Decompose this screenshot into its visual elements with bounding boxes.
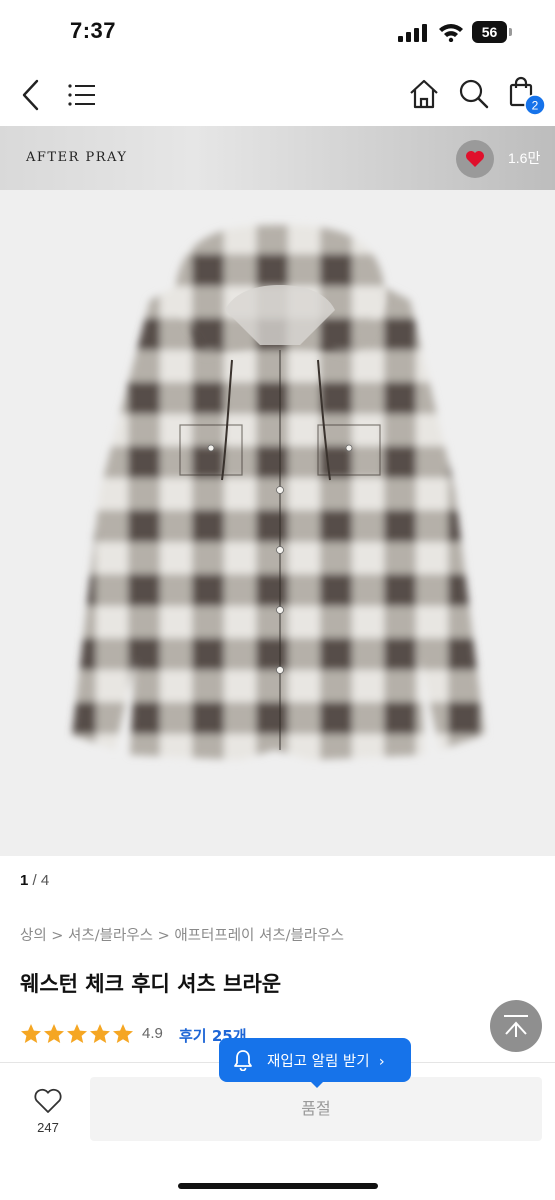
rating-stars bbox=[21, 1024, 133, 1043]
home-icon[interactable] bbox=[408, 78, 440, 110]
hamburger-menu-icon[interactable] bbox=[68, 84, 96, 106]
heart-icon bbox=[466, 151, 484, 167]
brand-like-button[interactable] bbox=[456, 140, 494, 178]
image-pager: 1 / 4 bbox=[20, 872, 49, 889]
chevron-right-icon: › bbox=[378, 1054, 385, 1070]
wifi-icon bbox=[439, 24, 463, 42]
restock-alert-label: 재입고 알림 받기 › bbox=[267, 1050, 385, 1071]
arrow-up-icon bbox=[504, 1015, 528, 1037]
star-icon bbox=[90, 1024, 110, 1043]
brand-name[interactable]: AFTER PRAY bbox=[26, 150, 127, 165]
star-icon bbox=[21, 1024, 41, 1043]
restock-alert-button[interactable]: 재입고 알림 받기 › bbox=[219, 1038, 411, 1082]
pager-separator: / bbox=[28, 872, 41, 889]
pager-total: 4 bbox=[40, 872, 50, 889]
cart-badge-count: 2 bbox=[532, 99, 539, 113]
status-time: 7:37 bbox=[70, 18, 117, 43]
wishlist-count: 247 bbox=[37, 1120, 59, 1135]
wishlist-button[interactable]: 247 bbox=[22, 1086, 74, 1146]
battery-level: 56 bbox=[472, 21, 507, 43]
scroll-to-top-button[interactable] bbox=[490, 1000, 542, 1052]
product-photo-hooded-check-shirt bbox=[72, 225, 485, 760]
restock-tooltip-tail bbox=[309, 1080, 325, 1088]
search-icon[interactable] bbox=[458, 78, 490, 110]
heart-outline-icon bbox=[34, 1088, 62, 1113]
star-icon bbox=[67, 1024, 87, 1043]
product-title: 웨스턴 체크 후디 셔츠 브라운 bbox=[20, 972, 282, 996]
status-bar: 7:37 56 bbox=[0, 0, 555, 64]
battery-icon: 56 bbox=[472, 21, 512, 43]
top-nav-bar: 2 bbox=[0, 64, 555, 126]
product-image[interactable] bbox=[0, 190, 555, 856]
cellular-signal-icon bbox=[398, 24, 427, 42]
star-icon bbox=[113, 1024, 133, 1043]
bell-icon bbox=[234, 1050, 252, 1071]
rating-score: 4.9 bbox=[142, 1025, 163, 1042]
star-icon bbox=[44, 1024, 64, 1043]
brand-like-count: 1.6만 bbox=[508, 150, 541, 166]
restock-alert-text: 재입고 알림 받기 bbox=[267, 1054, 370, 1070]
battery-cap bbox=[509, 28, 512, 36]
category-breadcrumb[interactable]: 상의 > 셔츠/블라우스 > 애프터프레이 셔츠/블라우스 bbox=[20, 924, 344, 945]
shirt-body bbox=[72, 225, 485, 760]
home-indicator[interactable] bbox=[178, 1183, 378, 1189]
chevron-left-icon[interactable] bbox=[20, 78, 42, 112]
cart-count-badge: 2 bbox=[524, 94, 546, 116]
